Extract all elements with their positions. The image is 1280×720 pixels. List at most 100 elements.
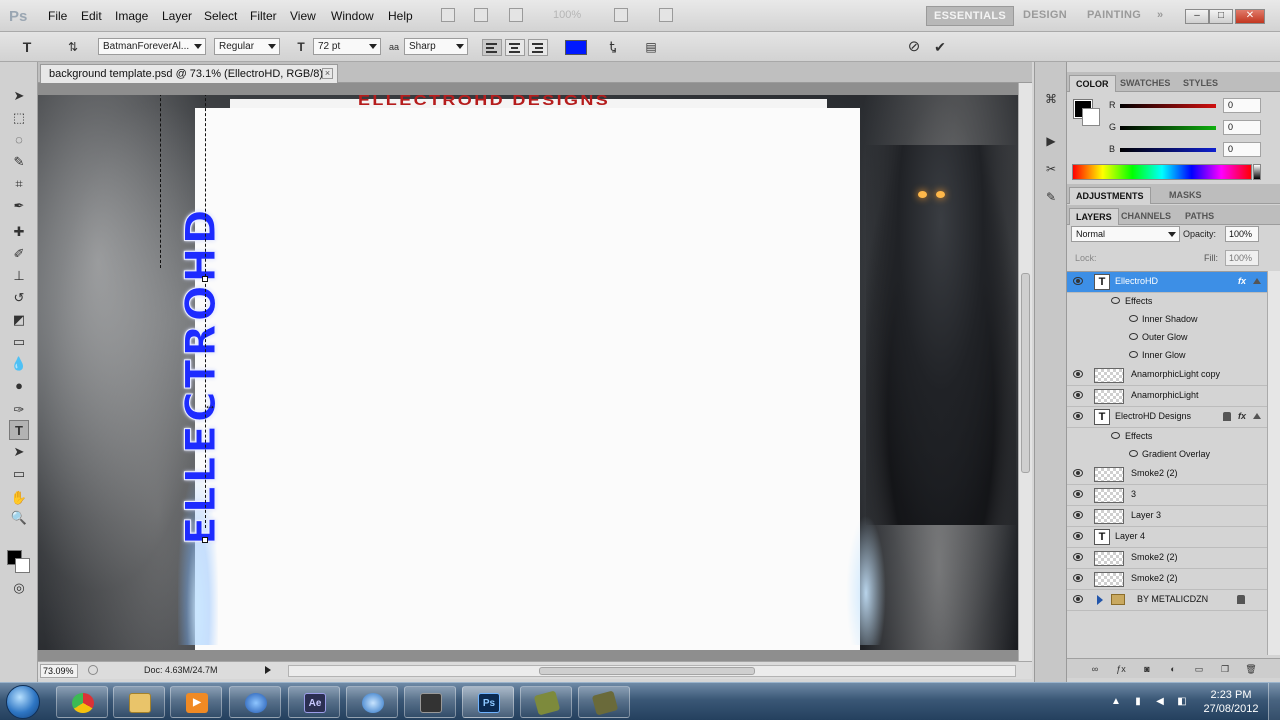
layer-visibility-icon[interactable] — [1073, 553, 1083, 561]
taskbar-after-effects[interactable]: Ae — [288, 686, 340, 718]
tab-channels[interactable]: CHANNELS — [1115, 208, 1177, 225]
opacity-field[interactable]: 100% — [1225, 226, 1259, 242]
maximize-button[interactable]: □ — [1209, 9, 1233, 24]
quick-select-tool-icon[interactable]: ✎ — [9, 152, 29, 172]
blue-slider[interactable] — [1120, 148, 1216, 152]
extras-icon[interactable] — [509, 8, 523, 22]
add-mask-icon[interactable]: ◙ — [1141, 663, 1153, 675]
fill-field[interactable]: 100% — [1225, 250, 1259, 266]
effect-visibility-icon[interactable] — [1129, 315, 1138, 322]
vertical-scroll-thumb[interactable] — [1021, 273, 1030, 473]
align-center-button[interactable] — [505, 39, 525, 56]
workspace-painting[interactable]: PAINTING — [1080, 6, 1148, 26]
eyedropper-tool-icon[interactable]: ✒ — [9, 196, 29, 216]
horizontal-scroll-thumb[interactable] — [539, 667, 755, 675]
layer-row[interactable]: Smoke2 (2) — [1067, 569, 1267, 590]
path-selection-tool-icon[interactable]: ➤ — [9, 442, 29, 462]
canvas-vertical-scrollbar[interactable] — [1018, 83, 1032, 661]
align-left-button[interactable] — [482, 39, 502, 56]
layer-visibility-icon[interactable] — [1073, 511, 1083, 519]
effect-visibility-icon[interactable] — [1129, 450, 1138, 457]
status-menu-arrow-icon[interactable] — [265, 666, 271, 674]
background-color-swatch[interactable] — [15, 558, 30, 573]
tab-adjustments[interactable]: ADJUSTMENTS — [1069, 187, 1151, 204]
canvas-area[interactable]: ELLECTROHD DESIGNS ELLECTROHD ↔ — [38, 83, 1018, 661]
pen-tool-icon[interactable]: ✑ — [9, 400, 29, 420]
tab-masks[interactable]: MASKS — [1163, 187, 1208, 204]
font-style-select[interactable]: Regular — [214, 38, 280, 55]
tab-color[interactable]: COLOR — [1069, 75, 1116, 92]
clone-stamp-tool-icon[interactable]: ⊥ — [9, 266, 29, 286]
crop-tool-icon[interactable]: ⌗ — [9, 174, 29, 194]
quick-mask-icon[interactable]: ◎ — [9, 578, 29, 598]
canvas-horizontal-scrollbar[interactable] — [288, 665, 1016, 677]
marquee-tool-icon[interactable]: ⬚ — [9, 108, 29, 128]
add-layer-style-icon[interactable]: ƒx — [1115, 663, 1127, 675]
taskbar-steam[interactable] — [346, 686, 398, 718]
layer-row[interactable]: 3 — [1067, 485, 1267, 506]
zoom-level-menu[interactable]: 100% — [553, 9, 581, 21]
new-group-icon[interactable]: ▭ — [1193, 663, 1205, 675]
actions-panel-icon[interactable]: ▶ — [1042, 132, 1060, 150]
layer-effects-group[interactable]: Effects — [1067, 293, 1267, 311]
workspace-design[interactable]: DESIGN — [1016, 6, 1074, 26]
cancel-edits-icon[interactable]: ⊘ — [907, 39, 921, 54]
lasso-tool-icon[interactable]: ◌ — [9, 130, 29, 150]
warp-text-icon[interactable]: Ꮏ — [606, 40, 620, 54]
black-white-ramp[interactable] — [1253, 164, 1261, 180]
layer-visibility-icon[interactable] — [1073, 412, 1083, 420]
document-tab[interactable]: background template.psd @ 73.1% (Ellectr… — [40, 64, 338, 83]
taskbar-archive[interactable] — [520, 686, 572, 718]
red-value-field[interactable]: 0 — [1223, 98, 1261, 113]
delete-layer-icon[interactable]: 🗑 — [1245, 663, 1257, 675]
layer-fx-icon[interactable]: fx — [1238, 276, 1246, 286]
character-panel-icon[interactable]: ▤ — [644, 40, 658, 54]
layer-row[interactable]: AnamorphicLight copy — [1067, 365, 1267, 386]
layer-visibility-icon[interactable] — [1073, 574, 1083, 582]
align-right-button[interactable] — [528, 39, 548, 56]
layers-scrollbar[interactable] — [1267, 271, 1280, 655]
layer-visibility-icon[interactable] — [1073, 490, 1083, 498]
taskbar-photoshop[interactable]: Ps — [462, 686, 514, 718]
close-document-icon[interactable]: × — [322, 68, 333, 79]
expand-group-icon[interactable] — [1097, 595, 1103, 605]
green-value-field[interactable]: 0 — [1223, 120, 1261, 135]
layer-effect-item[interactable]: Inner Shadow — [1067, 311, 1267, 329]
taskbar-archive-2[interactable] — [578, 686, 630, 718]
effect-visibility-icon[interactable] — [1111, 432, 1120, 439]
link-layers-icon[interactable]: ∞ — [1089, 663, 1101, 675]
move-tool-icon[interactable]: ➤ — [9, 86, 29, 106]
layer-row[interactable]: T EllectroHD fx — [1067, 272, 1267, 293]
menu-view[interactable]: View — [290, 9, 316, 23]
hand-tool-icon[interactable]: ✋ — [9, 488, 29, 508]
start-button[interactable] — [6, 685, 40, 719]
transform-handle-top[interactable] — [202, 276, 208, 282]
effect-visibility-icon[interactable] — [1129, 351, 1138, 358]
font-size-select[interactable]: 72 pt — [313, 38, 381, 55]
type-tool-preset-icon[interactable]: T — [20, 40, 34, 54]
taskbar-camtasia[interactable] — [404, 686, 456, 718]
transform-handle-bottom[interactable] — [202, 537, 208, 543]
commit-edits-icon[interactable]: ✔ — [933, 40, 947, 54]
arrange-documents-icon[interactable] — [614, 8, 628, 22]
toggle-text-orientation-icon[interactable]: ⇅ — [66, 40, 80, 54]
menu-window[interactable]: Window — [331, 9, 374, 23]
blue-value-field[interactable]: 0 — [1223, 142, 1261, 157]
taskbar-explorer[interactable] — [113, 686, 165, 718]
layer-row[interactable]: Layer 3 — [1067, 506, 1267, 527]
blend-mode-select[interactable]: Normal — [1071, 226, 1180, 242]
layer-effect-item[interactable]: Outer Glow — [1067, 329, 1267, 347]
more-workspaces-icon[interactable]: » — [1150, 6, 1170, 26]
color-panel-background-swatch[interactable] — [1082, 108, 1100, 126]
menu-file[interactable]: File — [48, 9, 67, 23]
workspace-essentials[interactable]: ESSENTIALS — [926, 6, 1015, 26]
tab-paths[interactable]: PATHS — [1179, 208, 1220, 225]
layer-fx-icon[interactable]: fx — [1238, 411, 1246, 421]
history-brush-tool-icon[interactable]: ↺ — [9, 288, 29, 308]
eraser-tool-icon[interactable]: ◩ — [9, 310, 29, 330]
layer-visibility-icon[interactable] — [1073, 532, 1083, 540]
menu-select[interactable]: Select — [204, 9, 237, 23]
zoom-level-field[interactable]: 73.09% — [40, 664, 78, 678]
tool-presets-icon[interactable]: ✂ — [1042, 160, 1060, 178]
effect-visibility-icon[interactable] — [1111, 297, 1120, 304]
